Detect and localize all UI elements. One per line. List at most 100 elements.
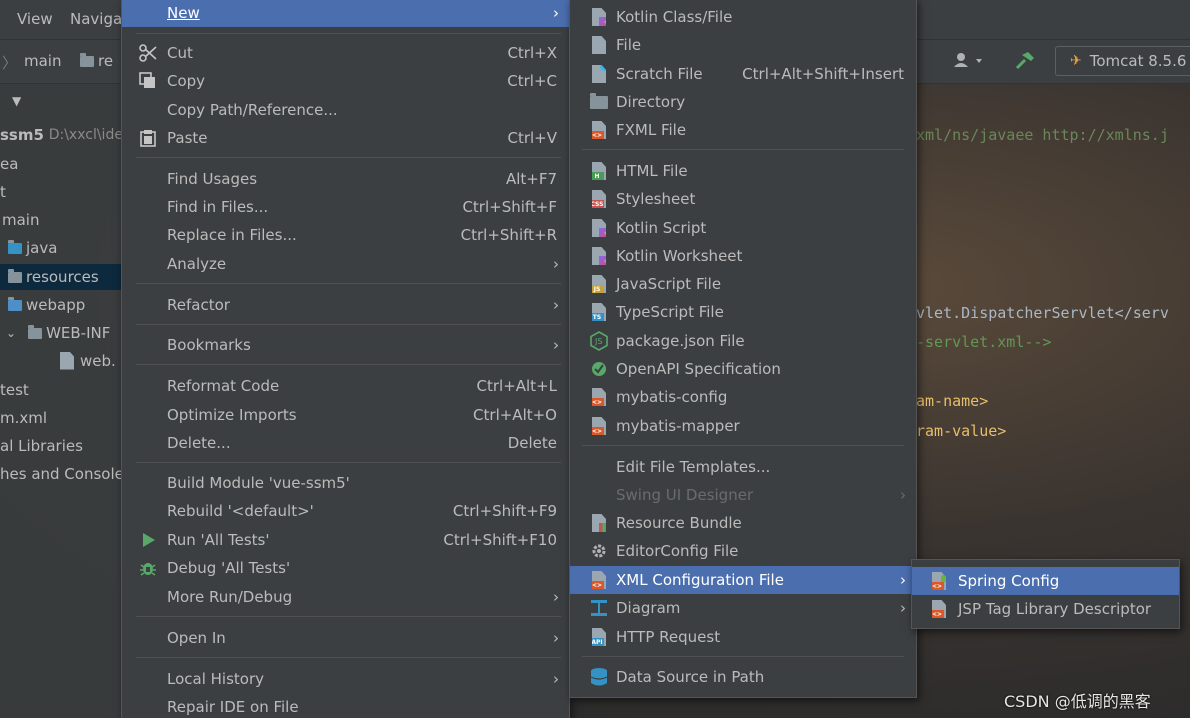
user-icon[interactable] <box>952 46 986 76</box>
menu-item-new[interactable]: New › <box>122 0 569 27</box>
menu-item-rebuild[interactable]: Rebuild '<default>' Ctrl+Shift+F9 <box>122 497 569 525</box>
xml-file-icon <box>60 351 74 370</box>
menu-item-scratch-file[interactable]: Scratch File Ctrl+Alt+Shift+Insert <box>570 60 916 88</box>
breadcrumb-resources[interactable]: re <box>80 52 113 70</box>
fxml-file-icon: <> <box>590 120 608 140</box>
menu-item-build-module[interactable]: Build Module 'vue-ssm5' <box>122 469 569 497</box>
menu-view[interactable]: View <box>17 10 53 28</box>
xml-file-icon: <> <box>590 387 608 407</box>
tree-item-resources[interactable]: resources <box>0 264 122 290</box>
tree-item-java[interactable]: java <box>0 235 122 261</box>
menu-item-delete[interactable]: Delete... Delete <box>122 429 569 457</box>
gear-icon <box>590 541 608 561</box>
new-submenu: Kotlin Class/File File Scratch File Ctrl+… <box>569 0 917 698</box>
separator <box>136 157 561 158</box>
menu-item-openapi[interactable]: OpenAPI Specification <box>570 355 916 383</box>
separator <box>136 657 561 658</box>
debug-icon <box>139 558 157 578</box>
menu-item-editorconfig[interactable]: EditorConfig File <box>570 537 916 565</box>
chevron-down-icon[interactable]: ⌄ <box>0 326 16 340</box>
menu-navigate[interactable]: Naviga <box>70 10 122 28</box>
chevron-right-icon: › <box>553 255 559 273</box>
html-file-icon: H <box>590 161 608 181</box>
chevron-right-icon: › <box>900 571 906 589</box>
menu-item-fxml-file[interactable]: <> FXML File <box>570 116 916 144</box>
menu-item-jsp-tag-library-descriptor[interactable]: <> JSP Tag Library Descriptor <box>912 595 1179 623</box>
menu-item-data-source-in-path[interactable]: Data Source in Path <box>570 663 916 691</box>
menu-item-debug-all-tests[interactable]: Debug 'All Tests' <box>122 554 569 582</box>
menu-item-optimize-imports[interactable]: Optimize Imports Ctrl+Alt+O <box>122 401 569 429</box>
separator <box>136 616 561 617</box>
menu-item-html-file[interactable]: H HTML File <box>570 157 916 185</box>
code-line: -servlet.xml--> <box>916 333 1052 351</box>
tree-item-src[interactable]: t <box>0 179 122 205</box>
menu-item-replace-in-files[interactable]: Replace in Files... Ctrl+Shift+R <box>122 221 569 249</box>
menu-item-diagram[interactable]: Diagram › <box>570 594 916 622</box>
menu-item-copy[interactable]: Copy Ctrl+C <box>122 67 569 95</box>
nodejs-icon: JS <box>590 331 608 351</box>
xml-file-icon: <> <box>590 416 608 436</box>
breadcrumb-main[interactable]: main <box>24 52 61 70</box>
menu-item-http-request[interactable]: API HTTP Request <box>570 623 916 651</box>
menu-item-kotlin-script[interactable]: Kotlin Script <box>570 214 916 242</box>
menu-item-kotlin-class[interactable]: Kotlin Class/File <box>570 3 916 31</box>
tree-item-scratches[interactable]: hes and Console <box>0 461 124 487</box>
menu-item-typescript-file[interactable]: TS TypeScript File <box>570 298 916 326</box>
menu-item-copy-path[interactable]: Copy Path/Reference... <box>122 96 569 124</box>
menu-item-spring-config[interactable]: <> Spring Config <box>912 567 1179 595</box>
build-hammer-icon[interactable] <box>1014 46 1036 76</box>
tree-collapse-arrow[interactable]: ▼ <box>0 88 122 114</box>
run-icon <box>139 530 157 550</box>
menu-item-run-all-tests[interactable]: Run 'All Tests' Ctrl+Shift+F10 <box>122 526 569 554</box>
menu-item-find-usages[interactable]: Find Usages Alt+F7 <box>122 165 569 193</box>
menu-item-reformat-code[interactable]: Reformat Code Ctrl+Alt+L <box>122 372 569 400</box>
api-file-icon: API <box>590 627 608 647</box>
menu-item-bookmarks[interactable]: Bookmarks › <box>122 331 569 359</box>
menu-item-repair-ide[interactable]: Repair IDE on File <box>122 693 569 718</box>
menu-item-stylesheet[interactable]: CSS Stylesheet <box>570 185 916 213</box>
tree-item-project-root[interactable]: ssm5 D:\xxcl\idea <box>0 122 132 148</box>
tree-item-webapp[interactable]: webapp <box>0 292 122 318</box>
chevron-right-icon: › <box>900 486 906 504</box>
paste-icon <box>139 128 157 148</box>
menu-item-more-run-debug[interactable]: More Run/Debug › <box>122 583 569 611</box>
svg-text:JS: JS <box>594 337 602 346</box>
menu-item-refactor[interactable]: Refactor › <box>122 291 569 319</box>
menu-item-kotlin-worksheet[interactable]: Kotlin Worksheet <box>570 242 916 270</box>
separator <box>136 324 561 325</box>
menu-item-analyze[interactable]: Analyze › <box>122 250 569 278</box>
menu-item-package-json[interactable]: JS package.json File <box>570 327 916 355</box>
code-line: am-name> <box>916 392 989 410</box>
menu-item-cut[interactable]: Cut Ctrl+X <box>122 39 569 67</box>
scratch-file-icon <box>590 64 608 84</box>
chevron-right-icon: › <box>553 588 559 606</box>
menu-item-local-history[interactable]: Local History › <box>122 665 569 693</box>
run-configuration-selector[interactable]: ✈ Tomcat 8.5.6 <box>1055 46 1190 76</box>
menu-item-directory[interactable]: Directory <box>570 88 916 116</box>
tree-item-main[interactable]: main <box>0 207 122 233</box>
tree-item-web-xml[interactable]: web. <box>0 348 122 374</box>
menu-item-file[interactable]: File <box>570 31 916 59</box>
kotlin-worksheet-icon <box>590 246 608 266</box>
menu-item-resource-bundle[interactable]: Resource Bundle <box>570 509 916 537</box>
tree-item-test[interactable]: test <box>0 377 122 403</box>
menu-item-find-in-files[interactable]: Find in Files... Ctrl+Shift+F <box>122 193 569 221</box>
menu-item-mybatis-mapper[interactable]: <> mybatis-mapper <box>570 412 916 440</box>
separator <box>136 364 561 365</box>
tree-item-external-libraries[interactable]: al Libraries <box>0 433 122 459</box>
diagram-icon <box>590 598 608 618</box>
menu-item-open-in[interactable]: Open In › <box>122 624 569 652</box>
tomcat-icon: ✈ <box>1070 53 1082 69</box>
menu-item-xml-configuration-file[interactable]: <> XML Configuration File › <box>570 566 916 594</box>
menu-item-edit-file-templates[interactable]: Edit File Templates... <box>570 453 916 481</box>
code-line: vlet.DispatcherServlet</serv <box>916 304 1169 322</box>
menu-item-paste[interactable]: Paste Ctrl+V <box>122 124 569 152</box>
menu-item-javascript-file[interactable]: JS JavaScript File <box>570 270 916 298</box>
tree-item-web-inf[interactable]: ⌄ WEB-INF <box>0 320 122 346</box>
code-line: ram-value> <box>916 422 1007 440</box>
separator <box>582 149 904 150</box>
tree-item-idea[interactable]: ea <box>0 151 122 177</box>
project-tool-window: ▼ ssm5 D:\xxcl\idea ea t main java resou… <box>0 84 132 718</box>
menu-item-mybatis-config[interactable]: <> mybatis-config <box>570 383 916 411</box>
tree-item-pom-xml[interactable]: m.xml <box>0 405 122 431</box>
